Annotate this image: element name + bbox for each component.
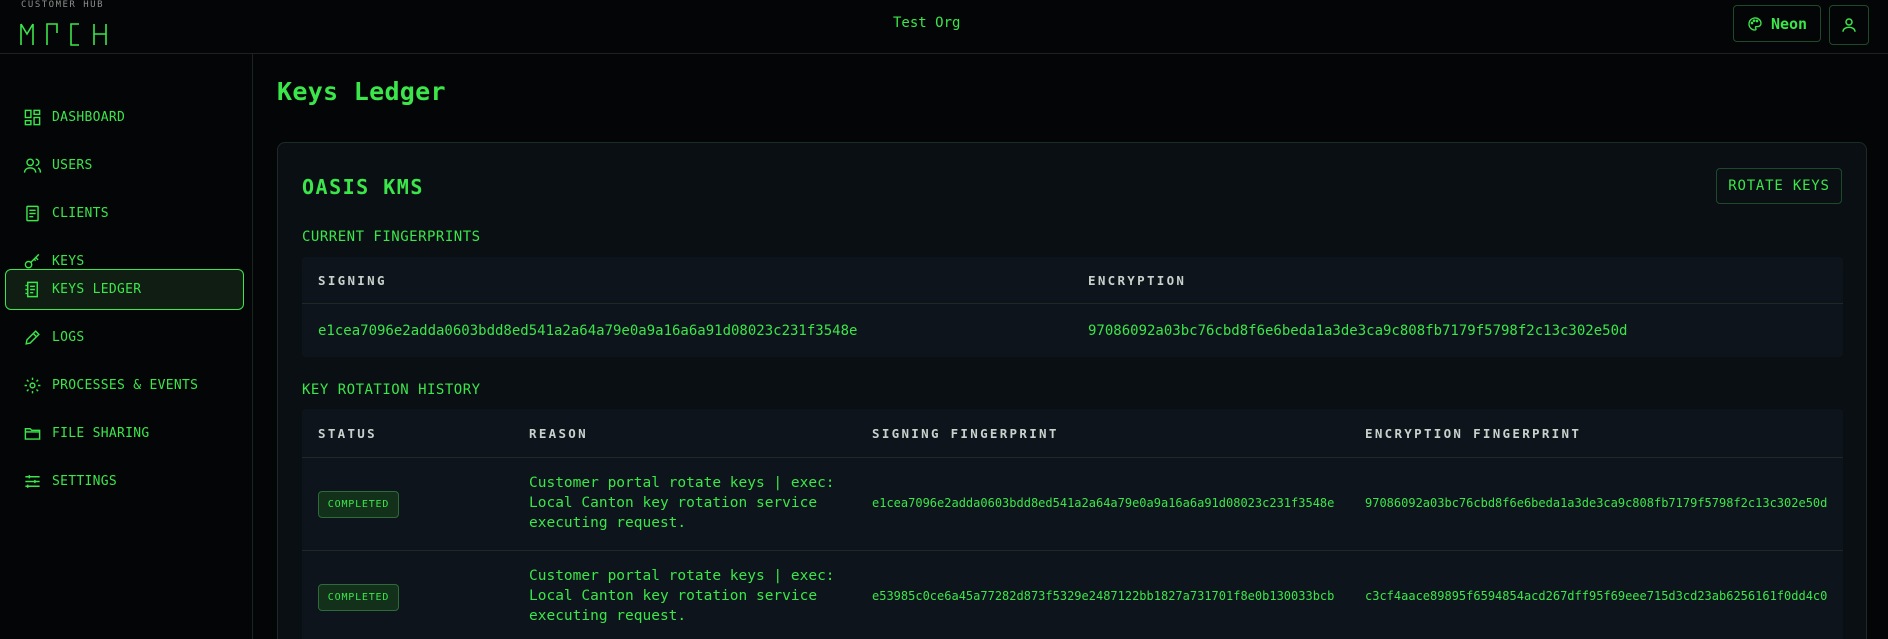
column-header-status: STATUS <box>318 426 377 441</box>
sidebar-item-settings[interactable]: SETTINGS <box>5 461 244 502</box>
encryption-fingerprint: 97086092a03bc76cbd8f6e6beda1a3de3ca9c808… <box>1365 496 1828 510</box>
column-header-encryption-fingerprint: ENCRYPTION FINGERPRINT <box>1365 426 1582 441</box>
rotate-keys-button[interactable]: ROTATE KEYS <box>1716 168 1842 204</box>
palette-icon <box>1748 16 1762 31</box>
top-bar: CUSTOMER HUB Test Org Neon <box>0 0 1888 54</box>
rotation-history-table: STATUS REASON SIGNING FINGERPRINT ENCRYP… <box>302 409 1843 639</box>
folder-icon <box>24 428 41 440</box>
rotation-history-title: KEY ROTATION HISTORY <box>302 382 481 398</box>
reason-text: Customer portal rotate keys | exec: Loca… <box>529 568 835 624</box>
sliders-icon <box>25 475 40 488</box>
sidebar-item-label: KEYS LEDGER <box>52 282 142 297</box>
column-header-encryption: ENCRYPTION <box>1088 273 1187 288</box>
sidebar-item-logs[interactable]: LOGS <box>5 317 244 358</box>
sidebar-item-keys-ledger[interactable]: KEYS LEDGER <box>5 269 244 310</box>
current-fingerprints-table: SIGNING ENCRYPTION e1cea7096e2adda0603bd… <box>302 257 1843 357</box>
signing-fingerprint: e1cea7096e2adda0603bdd8ed541a2a64a79e0a9… <box>872 496 1335 510</box>
sidebar-item-clients[interactable]: CLIENTS <box>5 193 244 234</box>
sidebar-item-label: CLIENTS <box>52 206 109 221</box>
column-header-signing: SIGNING <box>318 273 387 288</box>
status-badge: COMPLETED <box>318 491 399 518</box>
org-name: Test Org <box>893 15 961 31</box>
divider <box>302 550 1843 551</box>
sidebar-item-processes-events[interactable]: PROCESSES & EVENTS <box>5 365 244 406</box>
pencil-icon <box>25 330 40 345</box>
column-header-signing-fingerprint: SIGNING FINGERPRINT <box>872 426 1059 441</box>
encryption-fingerprint: c3cf4aace89895f6594854acd267dff95f69eee7… <box>1365 589 1828 603</box>
sidebar-item-dashboard[interactable]: DASHBOARD <box>5 97 244 138</box>
sidebar-item-label: LOGS <box>52 330 85 345</box>
kms-card: OASIS KMS ROTATE KEYS CURRENT FINGERPRIN… <box>277 142 1867 639</box>
clients-icon <box>26 205 39 222</box>
gear-icon <box>24 377 41 394</box>
card-title: OASIS KMS <box>302 175 424 199</box>
user-icon <box>1842 18 1856 32</box>
theme-button[interactable]: Neon <box>1733 5 1821 42</box>
column-header-reason: REASON <box>529 426 588 441</box>
dashboard-icon <box>24 109 41 126</box>
users-icon <box>23 158 42 173</box>
sidebar-item-label: FILE SHARING <box>52 426 150 441</box>
current-fingerprints-title: CURRENT FINGERPRINTS <box>302 229 481 245</box>
divider <box>302 303 1843 304</box>
mpch-logo[interactable] <box>20 20 120 46</box>
divider <box>302 457 1843 458</box>
status-badge: COMPLETED <box>318 584 399 611</box>
reason-text: Customer portal rotate keys | exec: Loca… <box>529 475 835 531</box>
sidebar-item-label: KEYS <box>52 254 85 269</box>
user-menu-button[interactable] <box>1829 5 1869 45</box>
current-signing-fingerprint: e1cea7096e2adda0603bdd8ed541a2a64a79e0a9… <box>318 323 858 339</box>
sidebar-item-users[interactable]: USERS <box>5 145 244 186</box>
sidebar-item-label: SETTINGS <box>52 474 118 489</box>
sidebar-item-label: USERS <box>52 158 93 173</box>
page-title: Keys Ledger <box>277 77 446 106</box>
current-encryption-fingerprint: 97086092a03bc76cbd8f6e6beda1a3de3ca9c808… <box>1088 323 1628 339</box>
brand-caption: CUSTOMER HUB <box>21 0 105 10</box>
signing-fingerprint: e53985c0ce6a45a77282d873f5329e2487122bb1… <box>872 589 1335 603</box>
sidebar: DASHBOARD USERS CLIENTS KEYS KEYS LEDGER… <box>0 54 253 639</box>
ledger-icon <box>25 281 38 298</box>
sidebar-item-label: PROCESSES & EVENTS <box>52 378 199 393</box>
sidebar-item-file-sharing[interactable]: FILE SHARING <box>5 413 244 454</box>
sidebar-item-label: DASHBOARD <box>52 110 126 125</box>
theme-label: Neon <box>1770 14 1808 33</box>
